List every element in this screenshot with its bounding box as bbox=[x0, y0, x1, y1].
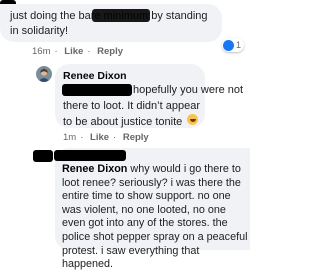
reply-link[interactable]: Reply bbox=[123, 132, 149, 143]
comment-text: there to loot. It didn’t appear to be ab… bbox=[63, 100, 200, 128]
reaction-count: 1 bbox=[236, 40, 242, 50]
comment-meta: 16m · Like · Reply bbox=[32, 46, 123, 57]
redacted-mention bbox=[62, 84, 132, 96]
avatar[interactable] bbox=[36, 66, 52, 82]
reply-link[interactable]: Reply bbox=[97, 46, 123, 57]
reaction-badge[interactable]: 1 bbox=[222, 38, 245, 52]
comment-text: Renee Dixon why would i go there to loot… bbox=[62, 163, 248, 271]
laughing-emoji-icon bbox=[187, 113, 199, 125]
comment-time: 1m bbox=[63, 132, 77, 143]
like-reaction-icon bbox=[223, 39, 234, 51]
like-link[interactable]: Like bbox=[64, 46, 83, 57]
comment-meta: 1m · Like · Reply bbox=[63, 132, 149, 143]
like-link[interactable]: Like bbox=[90, 132, 109, 143]
redacted-name bbox=[54, 150, 126, 161]
avatar-image bbox=[36, 66, 52, 82]
redacted-avatar bbox=[33, 150, 53, 162]
comment-text-line1: hopefully you were not bbox=[133, 84, 244, 96]
comment-author[interactable]: Renee Dixon bbox=[63, 69, 127, 84]
comment-author[interactable]: Renee Dixon bbox=[62, 163, 127, 175]
redacted-name bbox=[92, 9, 150, 22]
comment-time: 16m bbox=[32, 46, 51, 57]
